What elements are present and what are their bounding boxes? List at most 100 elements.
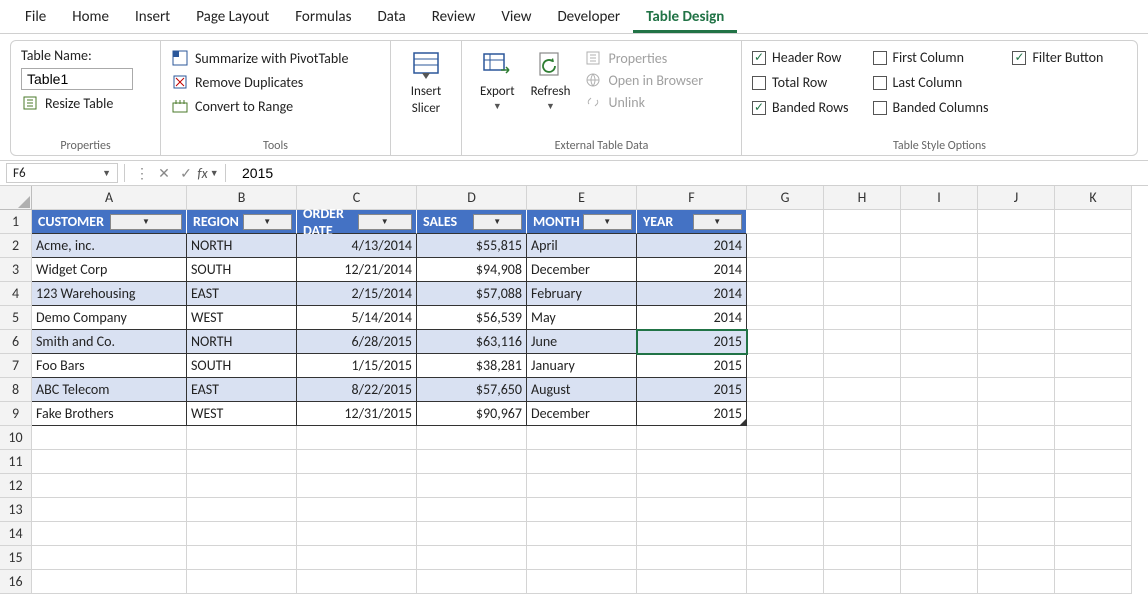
cell-C4[interactable]: 2/15/2014 [297, 282, 417, 306]
row-header-14[interactable]: 14 [0, 522, 32, 546]
cell-J6[interactable] [978, 330, 1055, 354]
more-options-button[interactable]: ⋮ [131, 161, 153, 185]
filter-dropdown-icon[interactable]: ▼ [243, 214, 293, 230]
insert-function-button[interactable]: fx▼ [197, 161, 219, 185]
cell-H13[interactable] [824, 498, 901, 522]
cell-E2[interactable]: April [527, 234, 637, 258]
cell-G11[interactable] [747, 450, 824, 474]
column-header-A[interactable]: A [32, 186, 187, 210]
cell-C13[interactable] [297, 498, 417, 522]
row-header-3[interactable]: 3 [0, 258, 32, 282]
cell-I7[interactable] [901, 354, 978, 378]
cell-F15[interactable] [637, 546, 747, 570]
cell-K4[interactable] [1055, 282, 1132, 306]
cell-A1[interactable]: CUSTOMER▼ [32, 210, 187, 234]
cell-E6[interactable]: June [527, 330, 637, 354]
cell-I1[interactable] [901, 210, 978, 234]
column-header-F[interactable]: F [637, 186, 747, 210]
cell-D16[interactable] [417, 570, 527, 594]
cell-F7[interactable]: 2015 [637, 354, 747, 378]
cell-F16[interactable] [637, 570, 747, 594]
menu-page-layout[interactable]: Page Layout [183, 2, 282, 33]
cell-K8[interactable] [1055, 378, 1132, 402]
cell-J7[interactable] [978, 354, 1055, 378]
column-header-I[interactable]: I [901, 186, 978, 210]
cell-I5[interactable] [901, 306, 978, 330]
cell-G8[interactable] [747, 378, 824, 402]
cell-B13[interactable] [187, 498, 297, 522]
cell-B10[interactable] [187, 426, 297, 450]
menu-table-design[interactable]: Table Design [633, 2, 737, 33]
cell-A14[interactable] [32, 522, 187, 546]
menu-data[interactable]: Data [364, 2, 418, 33]
cell-A8[interactable]: ABC Telecom [32, 378, 187, 402]
cell-H16[interactable] [824, 570, 901, 594]
cell-D4[interactable]: $57,088 [417, 282, 527, 306]
cell-J12[interactable] [978, 474, 1055, 498]
cell-F8[interactable]: 2015 [637, 378, 747, 402]
cell-J8[interactable] [978, 378, 1055, 402]
cell-G15[interactable] [747, 546, 824, 570]
cell-G6[interactable] [747, 330, 824, 354]
cell-K5[interactable] [1055, 306, 1132, 330]
cell-K1[interactable] [1055, 210, 1132, 234]
cell-I8[interactable] [901, 378, 978, 402]
cell-K14[interactable] [1055, 522, 1132, 546]
cell-D15[interactable] [417, 546, 527, 570]
row-header-1[interactable]: 1 [0, 210, 32, 234]
column-header-H[interactable]: H [824, 186, 901, 210]
cell-A7[interactable]: Foo Bars [32, 354, 187, 378]
cancel-edit-button[interactable]: ✕ [153, 161, 175, 185]
cell-G2[interactable] [747, 234, 824, 258]
row-header-9[interactable]: 9 [0, 402, 32, 426]
cell-G13[interactable] [747, 498, 824, 522]
cell-F13[interactable] [637, 498, 747, 522]
row-header-6[interactable]: 6 [0, 330, 32, 354]
cell-F9[interactable]: 2015 [637, 402, 747, 426]
cell-K7[interactable] [1055, 354, 1132, 378]
cell-K6[interactable] [1055, 330, 1132, 354]
cell-K12[interactable] [1055, 474, 1132, 498]
row-header-2[interactable]: 2 [0, 234, 32, 258]
row-header-4[interactable]: 4 [0, 282, 32, 306]
row-header-7[interactable]: 7 [0, 354, 32, 378]
cell-A3[interactable]: Widget Corp [32, 258, 187, 282]
cell-D13[interactable] [417, 498, 527, 522]
cell-J5[interactable] [978, 306, 1055, 330]
cell-E8[interactable]: August [527, 378, 637, 402]
filter-dropdown-icon[interactable]: ▼ [358, 214, 413, 230]
cell-D6[interactable]: $63,116 [417, 330, 527, 354]
cell-D2[interactable]: $55,815 [417, 234, 527, 258]
cell-C2[interactable]: 4/13/2014 [297, 234, 417, 258]
cell-G1[interactable] [747, 210, 824, 234]
table-name-input[interactable] [21, 68, 133, 90]
cell-H2[interactable] [824, 234, 901, 258]
cell-E15[interactable] [527, 546, 637, 570]
cell-G3[interactable] [747, 258, 824, 282]
cell-B8[interactable]: EAST [187, 378, 297, 402]
cell-C10[interactable] [297, 426, 417, 450]
cell-I2[interactable] [901, 234, 978, 258]
cell-B7[interactable]: SOUTH [187, 354, 297, 378]
cell-H1[interactable] [824, 210, 901, 234]
row-header-11[interactable]: 11 [0, 450, 32, 474]
cell-B11[interactable] [187, 450, 297, 474]
menu-review[interactable]: Review [419, 2, 489, 33]
formula-input[interactable] [232, 161, 1148, 185]
cell-H7[interactable] [824, 354, 901, 378]
column-header-B[interactable]: B [187, 186, 297, 210]
cell-B16[interactable] [187, 570, 297, 594]
column-header-D[interactable]: D [417, 186, 527, 210]
cell-E11[interactable] [527, 450, 637, 474]
cell-I3[interactable] [901, 258, 978, 282]
menu-formulas[interactable]: Formulas [282, 2, 364, 33]
cell-D8[interactable]: $57,650 [417, 378, 527, 402]
cell-H5[interactable] [824, 306, 901, 330]
menu-file[interactable]: File [12, 2, 59, 33]
resize-table-button[interactable]: Resize Table [21, 94, 150, 112]
cell-D7[interactable]: $38,281 [417, 354, 527, 378]
cell-E5[interactable]: May [527, 306, 637, 330]
cell-E9[interactable]: December [527, 402, 637, 426]
cell-C16[interactable] [297, 570, 417, 594]
cell-H6[interactable] [824, 330, 901, 354]
